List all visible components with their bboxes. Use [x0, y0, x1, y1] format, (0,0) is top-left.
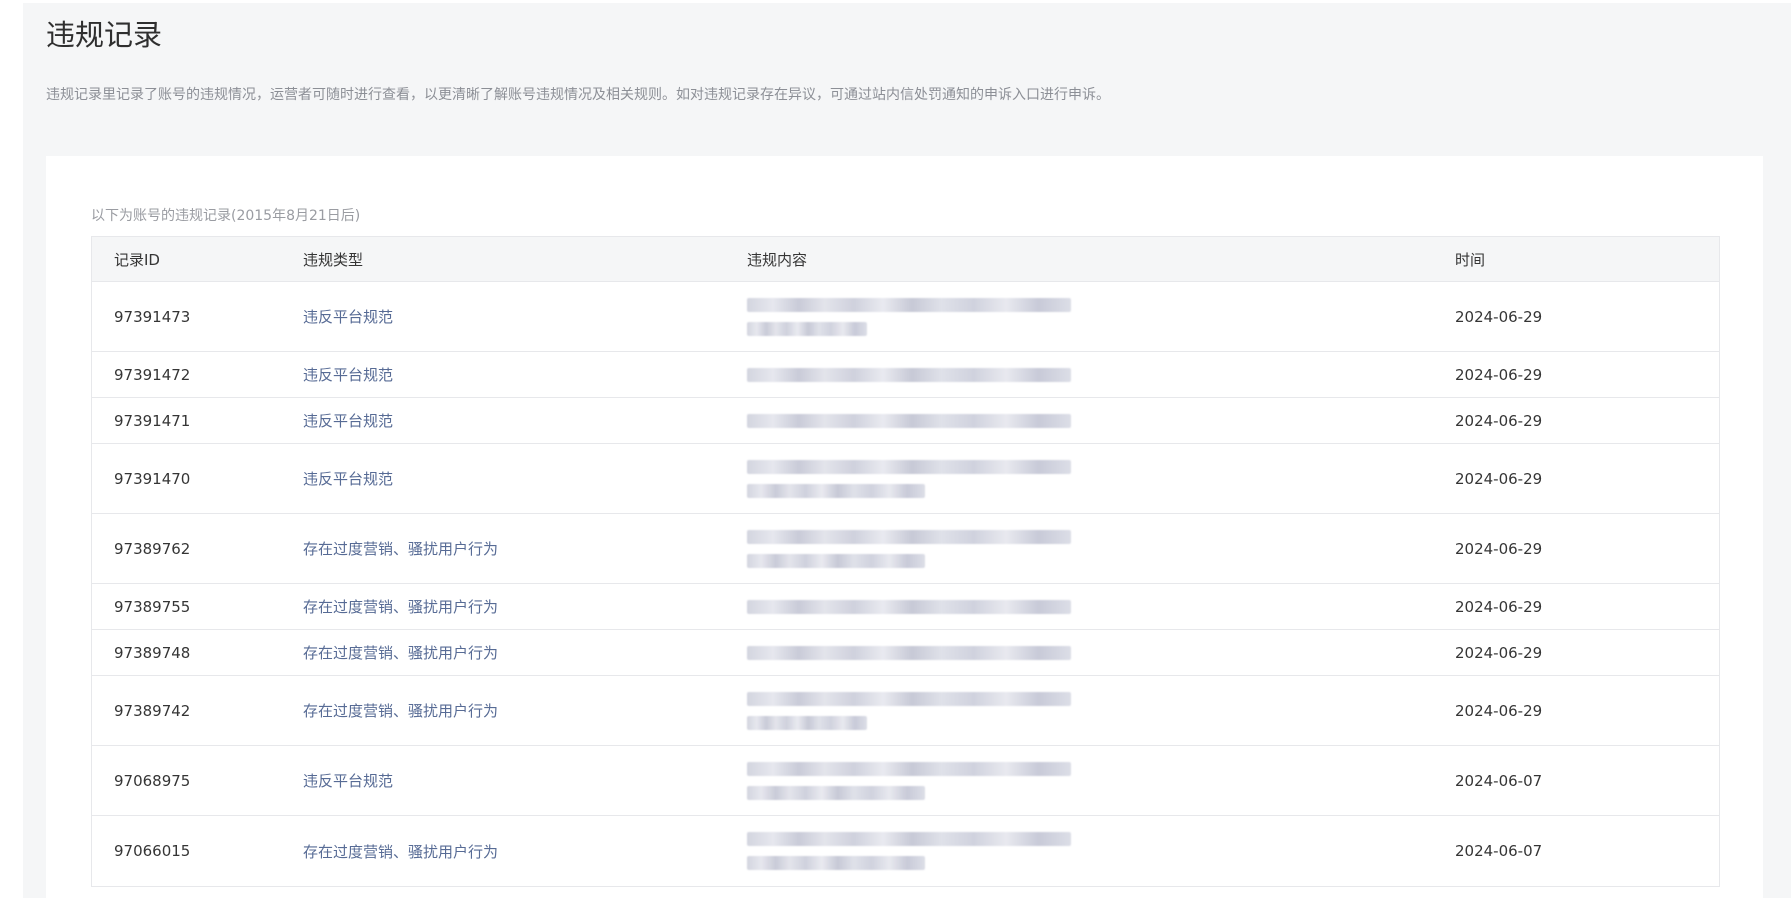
redacted-content	[747, 529, 1071, 568]
record-time: 2024-06-29	[1455, 307, 1543, 326]
record-time: 2024-06-29	[1455, 643, 1543, 662]
redacted-line	[747, 832, 1071, 846]
table-row: 97068975 违反平台规范 2024-06-07	[92, 746, 1719, 816]
violation-content	[747, 297, 1455, 336]
column-header-content: 违规内容	[747, 250, 808, 269]
redacted-line	[747, 459, 1071, 474]
redacted-content	[747, 691, 1071, 730]
redacted-line	[747, 761, 1071, 776]
violation-type-link[interactable]: 存在过度营销、骚扰用户行为	[303, 841, 747, 862]
record-id: 97391471	[114, 411, 191, 430]
violation-content	[747, 691, 1455, 730]
redacted-line	[747, 645, 1071, 660]
table-row: 97389762 存在过度营销、骚扰用户行为 2024-06-29	[92, 514, 1719, 584]
table-row: 97391470 违反平台规范 2024-06-29	[92, 444, 1719, 514]
table-row: 97389748 存在过度营销、骚扰用户行为 2024-06-29	[92, 630, 1719, 676]
redacted-content	[747, 832, 1071, 870]
record-time: 2024-06-29	[1455, 701, 1543, 720]
record-time: 2024-06-29	[1455, 411, 1543, 430]
record-time: 2024-06-29	[1455, 539, 1543, 558]
column-header-type: 违规类型	[303, 250, 364, 269]
violation-type-link[interactable]: 违反平台规范	[303, 410, 747, 431]
page-description: 违规记录里记录了账号的违规情况，运营者可随时进行查看，以更清晰了解账号违规情况及…	[46, 87, 1110, 103]
record-id: 97389762	[114, 539, 191, 558]
record-time: 2024-06-07	[1455, 842, 1543, 860]
redacted-content	[747, 599, 1071, 614]
violation-content	[747, 599, 1455, 614]
redacted-line	[747, 856, 925, 870]
table-header: 记录ID 违规类型 违规内容 时间	[92, 237, 1719, 282]
record-time: 2024-06-07	[1455, 771, 1543, 790]
record-time: 2024-06-29	[1455, 469, 1543, 488]
violation-content	[747, 761, 1455, 800]
table-row: 97391472 违反平台规范 2024-06-29	[92, 352, 1719, 398]
record-id: 97391470	[114, 469, 191, 488]
redacted-line	[747, 297, 1071, 312]
record-id: 97389742	[114, 701, 191, 720]
records-card: 以下为账号的违规记录(2015年8月21日后) 记录ID 违规类型 违规内容 时…	[46, 156, 1763, 901]
redacted-content	[747, 367, 1071, 382]
redacted-content	[747, 761, 1071, 800]
table-row: 97391471 违反平台规范 2024-06-29	[92, 398, 1719, 444]
record-time: 2024-06-29	[1455, 365, 1543, 384]
record-id: 97068975	[114, 771, 191, 790]
redacted-line	[747, 367, 1071, 382]
redacted-content	[747, 413, 1071, 428]
redacted-content	[747, 459, 1071, 498]
violation-type-link[interactable]: 违反平台规范	[303, 306, 747, 327]
record-id: 97389755	[114, 597, 191, 616]
redacted-line	[747, 413, 1071, 428]
violation-type-link[interactable]: 违反平台规范	[303, 364, 747, 385]
record-id: 97391473	[114, 307, 191, 326]
redacted-line	[747, 715, 867, 730]
table-row: 97389742 存在过度营销、骚扰用户行为 2024-06-29	[92, 676, 1719, 746]
redacted-line	[747, 785, 925, 800]
redacted-line	[747, 321, 867, 336]
violation-content	[747, 459, 1455, 498]
records-table: 记录ID 违规类型 违规内容 时间 97391473 违反平台规范 2024-0…	[91, 236, 1720, 887]
violation-content	[747, 413, 1455, 428]
table-row: 97066015 存在过度营销、骚扰用户行为 2024-06-07	[92, 816, 1719, 886]
record-id: 97066015	[114, 842, 191, 860]
redacted-line	[747, 599, 1071, 614]
violation-type-link[interactable]: 违反平台规范	[303, 770, 747, 791]
violation-type-link[interactable]: 存在过度营销、骚扰用户行为	[303, 596, 747, 617]
table-row: 97391473 违反平台规范 2024-06-29	[92, 282, 1719, 352]
redacted-line	[747, 483, 925, 498]
column-header-id: 记录ID	[114, 250, 160, 269]
record-time: 2024-06-29	[1455, 597, 1543, 616]
violation-content	[747, 832, 1455, 870]
page-container: 违规记录 违规记录里记录了账号的违规情况，运营者可随时进行查看，以更清晰了解账号…	[23, 3, 1791, 901]
redacted-line	[747, 553, 925, 568]
violation-content	[747, 529, 1455, 568]
violation-content	[747, 645, 1455, 660]
violation-content	[747, 367, 1455, 382]
violation-type-link[interactable]: 违反平台规范	[303, 468, 747, 489]
record-id: 97389748	[114, 643, 191, 662]
redacted-line	[747, 529, 1071, 544]
page-title: 违规记录	[46, 18, 163, 52]
records-caption: 以下为账号的违规记录(2015年8月21日后)	[91, 208, 361, 224]
redacted-line	[747, 691, 1071, 706]
violation-type-link[interactable]: 存在过度营销、骚扰用户行为	[303, 642, 747, 663]
violation-type-link[interactable]: 存在过度营销、骚扰用户行为	[303, 700, 747, 721]
redacted-content	[747, 645, 1071, 660]
column-header-time: 时间	[1455, 250, 1486, 269]
record-id: 97391472	[114, 365, 191, 384]
redacted-content	[747, 297, 1071, 336]
violation-type-link[interactable]: 存在过度营销、骚扰用户行为	[303, 538, 747, 559]
table-row: 97389755 存在过度营销、骚扰用户行为 2024-06-29	[92, 584, 1719, 630]
